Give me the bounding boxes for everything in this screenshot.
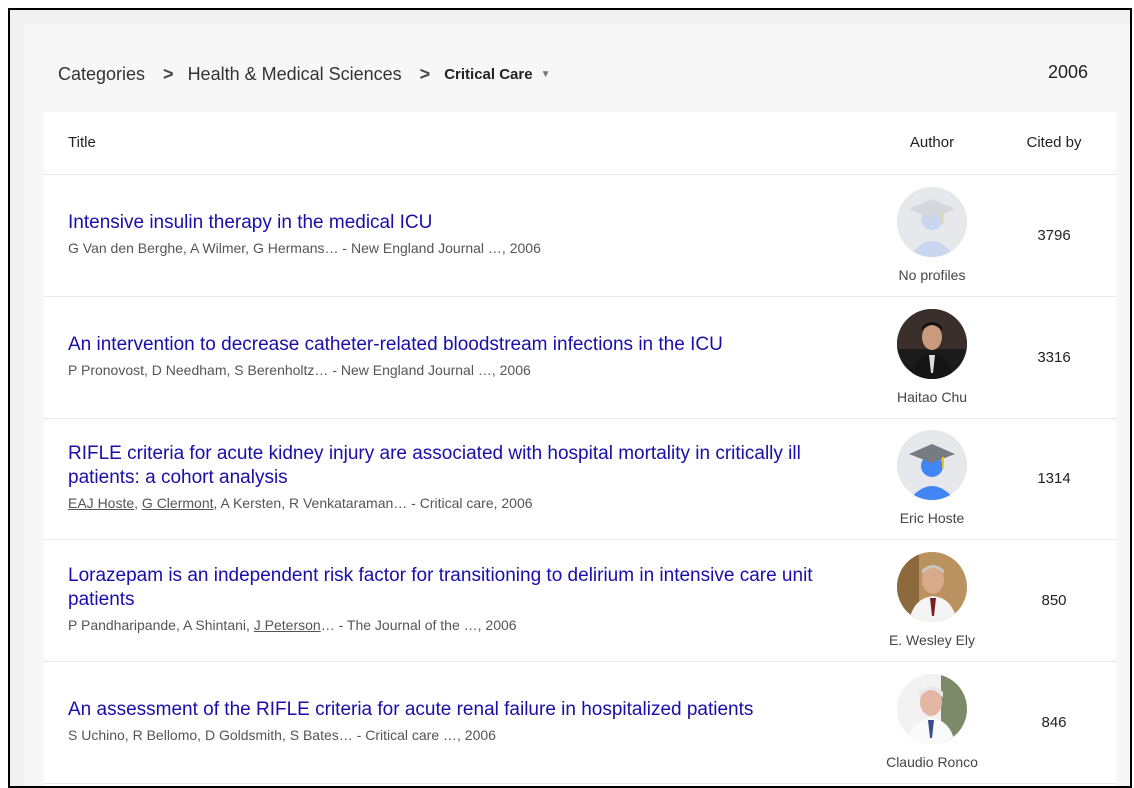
article-meta: G Van den Berghe, A Wilmer, G Hermans… -… [68, 240, 541, 256]
author-name[interactable]: Claudio Ronco [882, 754, 982, 770]
chevron-right-icon: > [419, 63, 431, 84]
cited-by-count[interactable]: 3796 [1004, 227, 1104, 244]
cited-by-count[interactable]: 1314 [1004, 470, 1104, 487]
author-link[interactable]: EAJ Hoste [68, 495, 134, 511]
author-name[interactable]: Eric Hoste [882, 510, 982, 526]
year-label: 2006 [1047, 62, 1088, 82]
page-frame: Categories > Health & Medical Sciences >… [8, 8, 1132, 788]
article-title-link[interactable]: An assessment of the RIFLE criteria for … [68, 698, 868, 722]
article-meta: S Uchino, R Bellomo, D Goldsmith, S Bate… [68, 727, 496, 743]
breadcrumb-bar: Categories > Health & Medical Sciences >… [24, 24, 1130, 112]
author-cell: E. Wesley Ely [882, 552, 982, 648]
breadcrumb-current: Critical Care [444, 65, 533, 83]
cited-by-count[interactable]: 3316 [1004, 349, 1104, 366]
header-title: Title [68, 134, 96, 151]
article-meta: P Pandharipande, A Shintani, J Peterson…… [68, 617, 517, 633]
chevron-right-icon: > [163, 63, 174, 84]
table-row: Lorazepam is an independent risk factor … [44, 540, 1116, 662]
header-author: Author [909, 134, 955, 151]
article-title-link[interactable]: Lorazepam is an independent risk factor … [68, 564, 868, 612]
author-cell: Haitao Chu [882, 309, 982, 405]
breadcrumb: Categories > Health & Medical Sciences >… [58, 60, 550, 88]
author-photo[interactable] [897, 674, 967, 744]
author-cell: Claudio Ronco [882, 674, 982, 770]
content-area: Categories > Health & Medical Sciences >… [24, 24, 1130, 786]
author-link[interactable]: J Peterson [254, 617, 321, 633]
default-avatar-icon [897, 187, 967, 257]
article-meta: EAJ Hoste, G Clermont, A Kersten, R Venk… [68, 495, 533, 511]
header-cited-by: Cited by [1026, 134, 1082, 151]
default-avatar-icon[interactable] [897, 430, 967, 500]
author-name: No profiles [898, 267, 966, 283]
cited-by-count[interactable]: 850 [1004, 592, 1104, 609]
author-cell: No profiles [882, 187, 982, 283]
breadcrumb-categories[interactable]: Categories [58, 64, 145, 85]
author-photo[interactable] [897, 309, 967, 379]
author-photo[interactable] [897, 552, 967, 622]
table-row: An intervention to decrease catheter-rel… [44, 297, 1116, 419]
dropdown-caret-icon: ▼ [540, 68, 551, 80]
author-name[interactable]: E. Wesley Ely [882, 632, 982, 648]
author-name[interactable]: Haitao Chu [882, 389, 982, 405]
article-title-link[interactable]: Intensive insulin therapy in the medical… [68, 211, 868, 235]
publications-table: Title Author Cited by Intensive insulin … [44, 112, 1116, 786]
article-title-link[interactable]: RIFLE criteria for acute kidney injury a… [68, 442, 868, 490]
article-meta: P Pronovost, D Needham, S Berenholtz… - … [68, 362, 531, 378]
author-cell: Eric Hoste [882, 430, 982, 526]
table-row: RIFLE criteria for acute kidney injury a… [44, 418, 1116, 540]
author-link[interactable]: G Clermont [142, 495, 214, 511]
subcategory-dropdown[interactable]: Critical Care ▼ [444, 66, 550, 83]
cited-by-count[interactable]: 846 [1004, 714, 1104, 731]
table-header: Title Author Cited by [44, 112, 1116, 175]
table-row: An assessment of the RIFLE criteria for … [44, 662, 1116, 784]
table-row: Intensive insulin therapy in the medical… [44, 175, 1116, 297]
breadcrumb-health-medical[interactable]: Health & Medical Sciences [188, 64, 402, 85]
article-title-link[interactable]: An intervention to decrease catheter-rel… [68, 333, 868, 357]
